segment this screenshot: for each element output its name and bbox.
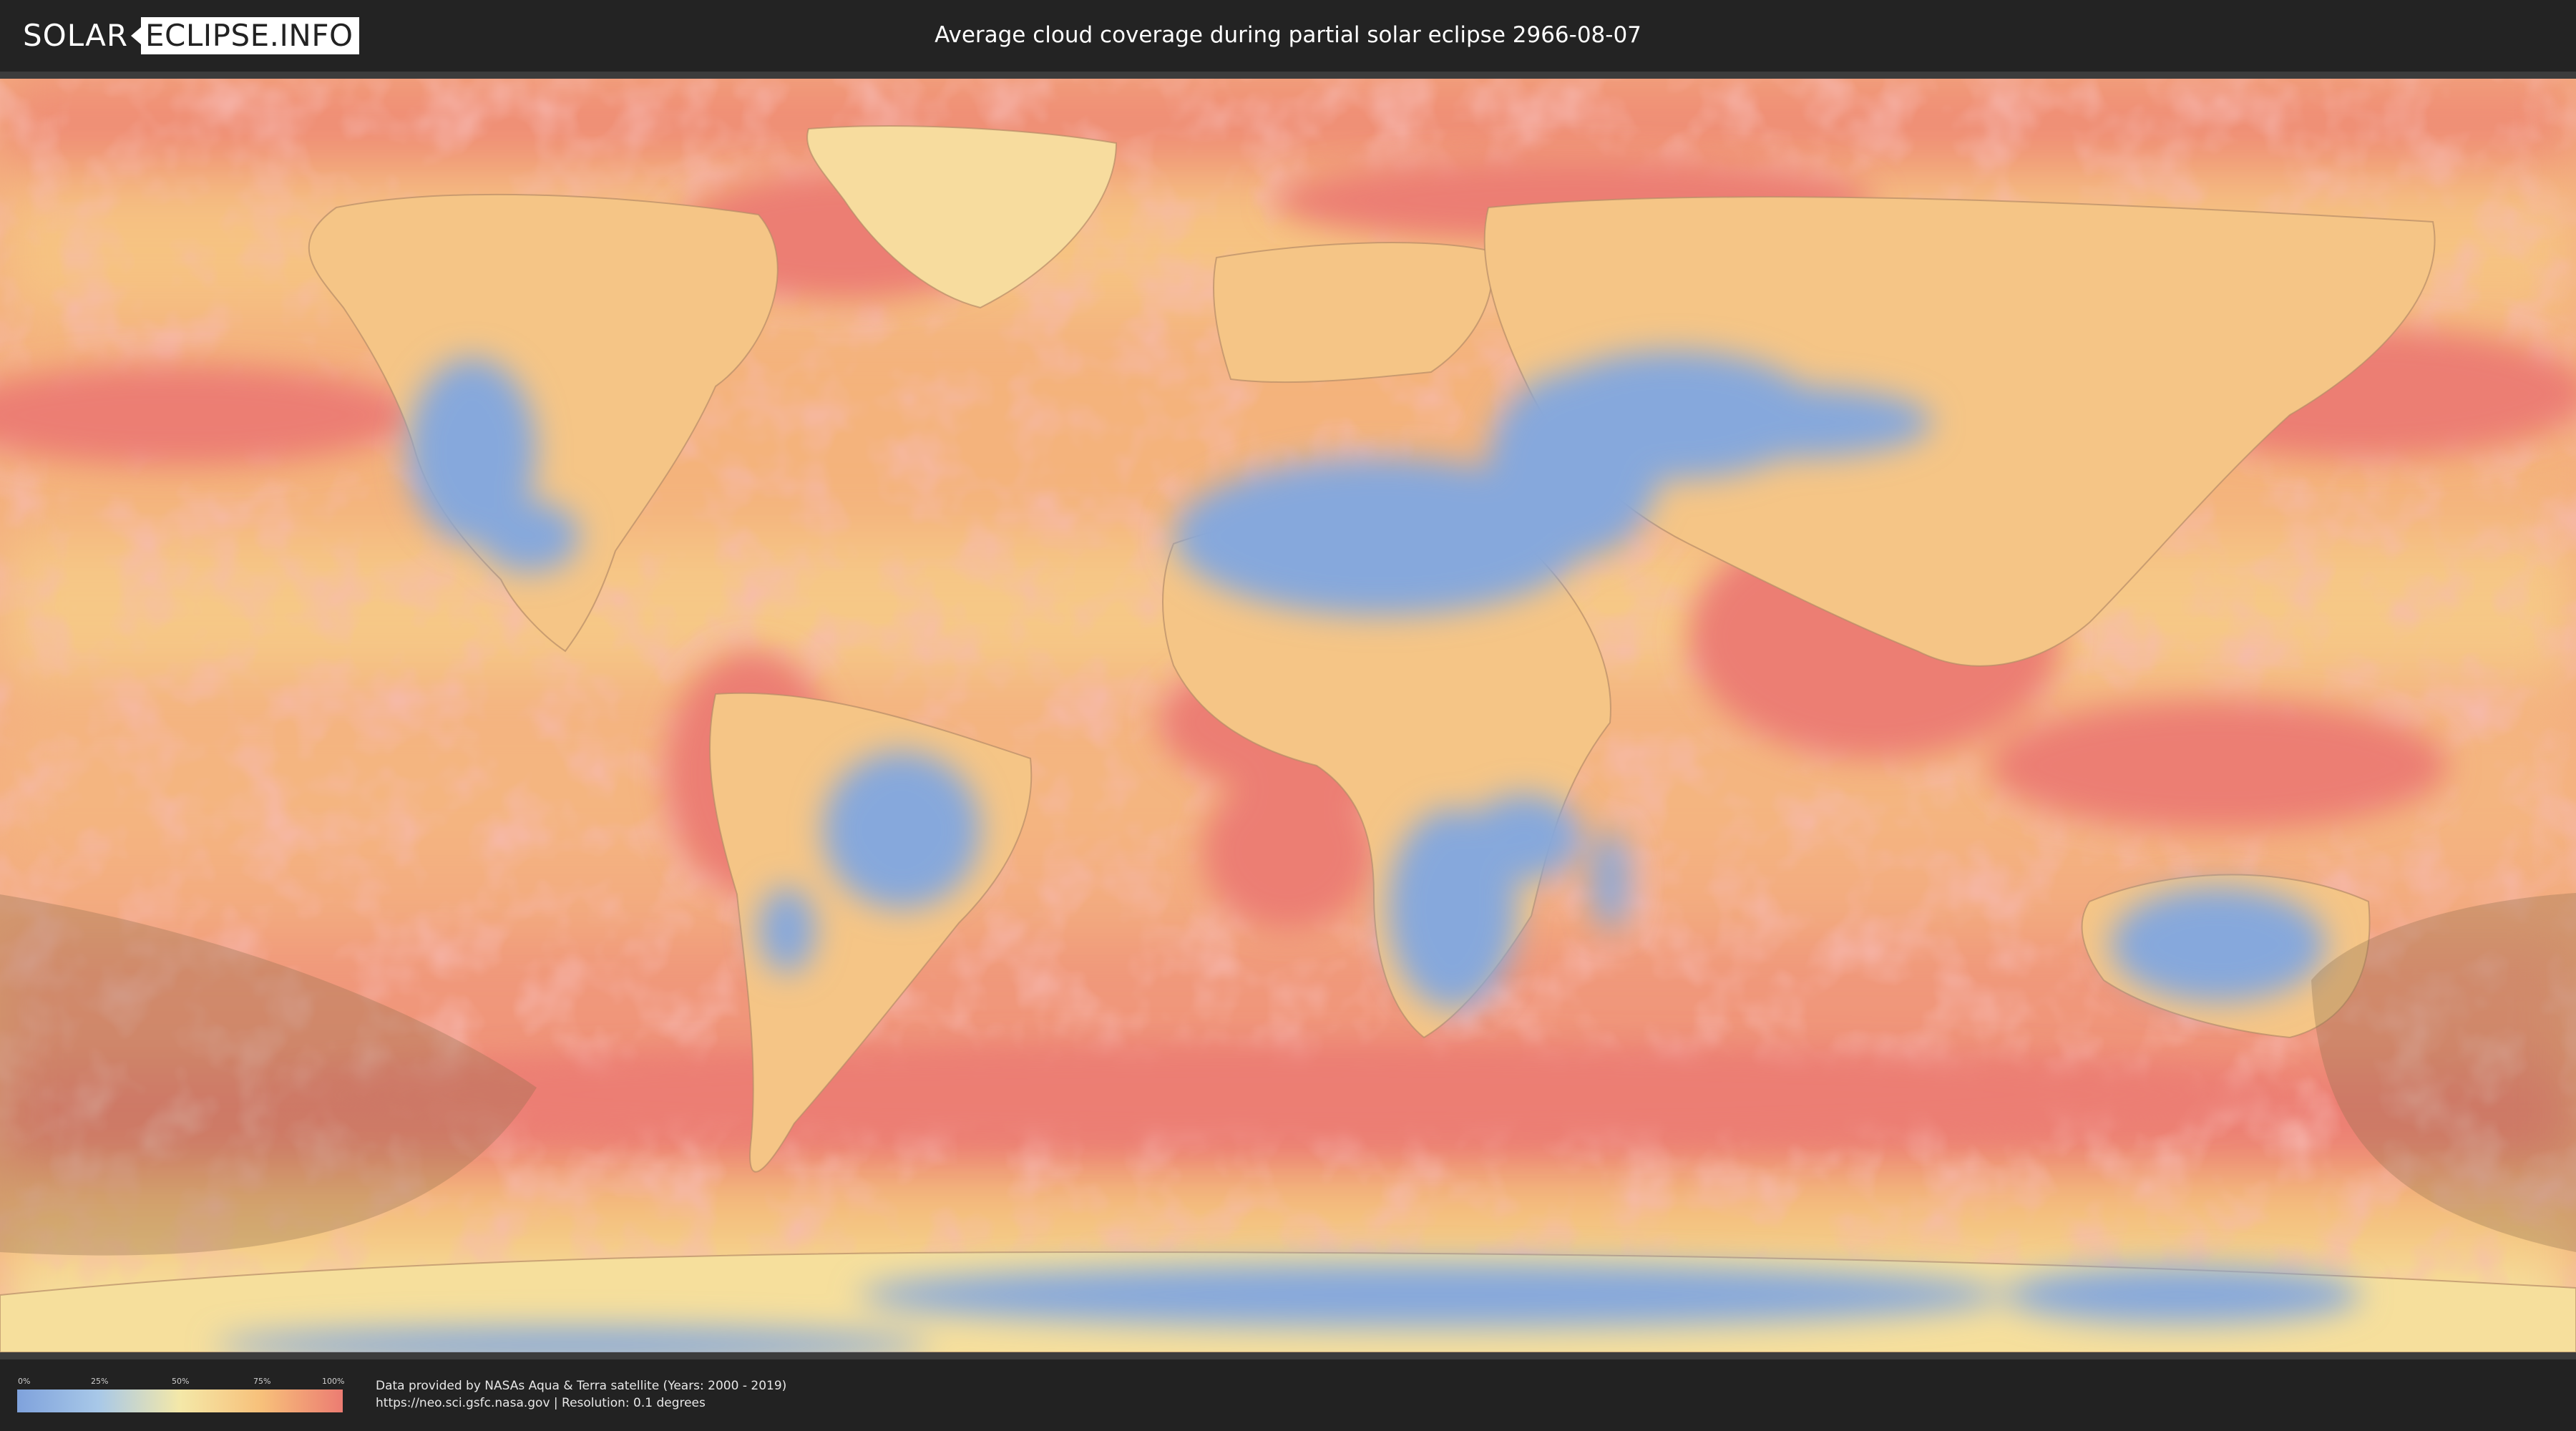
map-frame: [0, 72, 2576, 1359]
footer-bar: 0% 25% 50% 75% 100% Data provided by NAS…: [0, 1359, 2576, 1431]
cloud-coverage-map[interactable]: [0, 79, 2576, 1352]
map-title: Average cloud coverage during partial so…: [935, 22, 1641, 48]
scale-tick-0: 0%: [18, 1377, 31, 1386]
cloud-coverage-scale-bar: [17, 1390, 343, 1412]
attribution-source: Data provided by NASAs Aqua & Terra sate…: [376, 1379, 787, 1393]
page: SOLAR ECLIPSE.INFO Average cloud coverag…: [0, 0, 2576, 1431]
scale-tick-50: 50%: [172, 1377, 190, 1386]
attribution-url[interactable]: https://neo.sci.gsfc.nasa.gov | Resoluti…: [376, 1395, 706, 1411]
header-bar: SOLAR ECLIPSE.INFO Average cloud coverag…: [0, 0, 2576, 72]
scale-tick-75: 75%: [253, 1377, 271, 1386]
scale-tick-100: 100%: [322, 1377, 345, 1386]
scale-tick-25: 25%: [91, 1377, 109, 1386]
